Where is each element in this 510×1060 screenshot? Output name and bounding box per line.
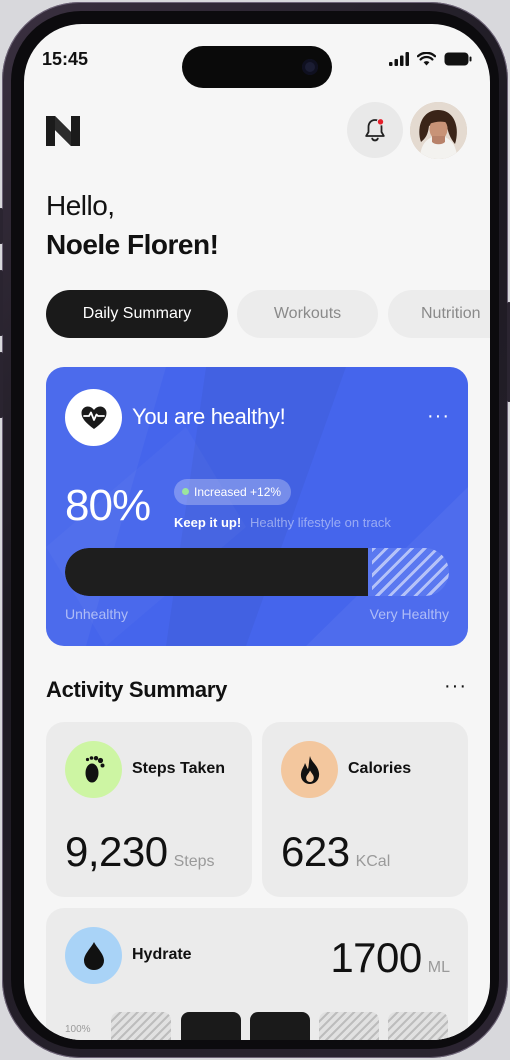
tab-workouts[interactable]: Workouts	[237, 290, 378, 338]
calories-icon-badge	[281, 741, 338, 798]
health-title: You are healthy!	[132, 404, 286, 429]
increase-badge-text: Increased +12%	[194, 485, 282, 499]
steps-icon-badge	[65, 741, 122, 798]
scale-low-label: Unhealthy	[65, 606, 129, 622]
tab-daily-summary[interactable]: Daily Summary	[46, 290, 228, 338]
bell-icon	[365, 118, 385, 142]
encourage-subtext: Healthy lifestyle on track	[250, 515, 391, 530]
hydrate-value-row: 1700 ML	[330, 934, 450, 982]
health-percentage: 80%	[65, 481, 151, 530]
battery-icon	[444, 52, 472, 66]
hydrate-bar	[250, 1012, 310, 1040]
phone-frame: 15:45 Hello, Noele Floren! Daily Summary…	[0, 2, 510, 1058]
dynamic-island	[182, 46, 332, 88]
hydrate-bar	[319, 1012, 379, 1040]
status-bar: 15:45	[24, 46, 490, 88]
clock: 15:45	[42, 49, 89, 69]
footprints-icon	[85, 755, 104, 782]
activity-summary-title: Activity Summary	[46, 677, 228, 702]
hydrate-icon-badge	[65, 927, 122, 984]
app-screen: 15:45 Hello, Noele Floren! Daily Summary…	[24, 24, 490, 1040]
hydrate-chart	[65, 1012, 449, 1040]
user-avatar[interactable]	[410, 102, 467, 159]
health-status-card[interactable]: You are healthy! ··· 80% Increased +12% …	[46, 367, 468, 646]
heart-badge	[65, 389, 122, 446]
greeting-text: Hello,	[46, 190, 115, 221]
steps-value-row: 9,230 Steps	[65, 828, 215, 876]
steps-value: 9,230	[65, 828, 168, 875]
tab-nutrition[interactable]: Nutrition	[388, 290, 490, 338]
calories-unit: KCal	[355, 853, 391, 870]
increase-badge: Increased +12%	[174, 479, 292, 505]
encourage-text: Keep it up!	[174, 515, 242, 530]
wifi-icon	[417, 52, 436, 66]
health-progress-remaining	[372, 548, 449, 596]
activity-more-button[interactable]: ···	[444, 675, 467, 698]
flame-icon	[300, 755, 319, 784]
health-progress-bar	[65, 548, 449, 596]
scale-high-label: Very Healthy	[369, 606, 449, 622]
notifications-button[interactable]	[347, 102, 403, 158]
green-dot-icon	[182, 488, 189, 495]
steps-card[interactable]: Steps Taken 9,230 Steps	[46, 722, 252, 897]
calories-label: Calories	[348, 760, 412, 777]
cellular-signal-icon	[389, 52, 409, 66]
hydrate-card[interactable]: Hydrate 1700 ML 100%	[46, 908, 468, 1040]
health-card-more-button[interactable]: ···	[427, 405, 450, 428]
hydrate-bar	[181, 1012, 241, 1040]
calories-value-row: 623 KCal	[281, 828, 390, 876]
app-logo	[46, 116, 80, 146]
hydrate-value: 1700	[330, 934, 422, 981]
user-name: Noele Floren!	[46, 229, 219, 260]
profile-photo-icon	[410, 102, 467, 159]
steps-unit: Steps	[173, 853, 215, 870]
calories-value: 623	[281, 828, 350, 875]
calories-card[interactable]: Calories 623 KCal	[262, 722, 468, 897]
hydrate-label: Hydrate	[132, 946, 192, 963]
health-progress-fill	[65, 548, 368, 596]
water-drop-icon	[83, 941, 104, 970]
steps-label: Steps Taken	[132, 760, 226, 777]
hydrate-bar	[111, 1012, 171, 1040]
hydrate-bar	[388, 1012, 448, 1040]
hydrate-unit: ML	[427, 959, 450, 976]
heart-pulse-icon	[81, 406, 106, 429]
